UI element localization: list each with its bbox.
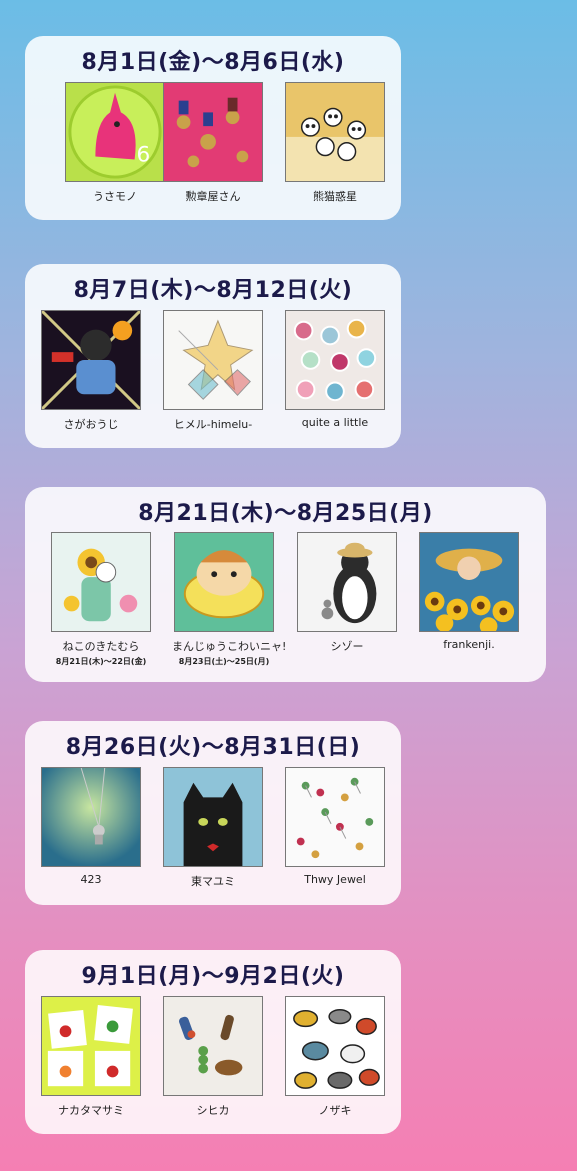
star-earrings-image — [163, 310, 263, 410]
artist-item[interactable]: frankenji. — [417, 532, 521, 651]
pendant-image — [41, 767, 141, 867]
schedule-card-1: 8月1日(金)〜8月6日(水) 6 うさモノ 勲章屋さん 熊猫惑星 — [25, 36, 401, 220]
artist-name: 熊猫惑星 — [313, 190, 357, 203]
schedule-card-4: 8月26日(火)〜8月31日(日) 423 東マユミ Thwy Jewel — [25, 721, 401, 905]
artist-name: まんじゅうこわいニャ! — [172, 640, 287, 653]
penguin-figure-image — [297, 532, 397, 632]
bug-illustration-image — [285, 996, 385, 1096]
artist-name: ノザキ — [318, 1104, 352, 1117]
schedule-card-3: 8月21日(木)〜8月25日(月) ねこのきたむら 8月21日(木)〜22日(金… — [25, 487, 546, 682]
artist-item[interactable]: シゾー — [295, 532, 399, 654]
medals-image — [163, 82, 263, 182]
artist-item[interactable]: quite a little — [283, 310, 387, 429]
artist-item[interactable]: Thwy Jewel — [283, 767, 387, 886]
artist-date-note: 8月23日(土)〜25日(月) — [178, 657, 270, 666]
embroidery-buttons-image — [285, 310, 385, 410]
pandas-image — [285, 82, 385, 182]
artist-item[interactable]: 勲章屋さん — [161, 82, 265, 204]
artist-name: シヒカ — [196, 1104, 230, 1117]
cat-illustration-image — [41, 310, 141, 410]
black-cat-image — [163, 767, 263, 867]
artist-name: うさモノ — [93, 190, 137, 203]
artist-item[interactable]: ノザキ — [283, 996, 387, 1118]
date-range-title: 8月21日(木)〜8月25日(月) — [138, 501, 433, 526]
artist-name: 423 — [80, 873, 102, 886]
artist-item[interactable]: ねこのきたむら 8月21日(木)〜22日(金) — [49, 532, 153, 667]
artist-date-note: 8月21日(木)〜22日(金) — [55, 657, 147, 666]
sunflower-girl-image — [419, 532, 519, 632]
artist-item[interactable]: 東マユミ — [161, 767, 265, 889]
artist-name: 東マユミ — [191, 875, 235, 888]
cat-sunflower-illustration-image — [51, 532, 151, 632]
artist-name: ナカタマサミ — [58, 1104, 124, 1117]
artist-item[interactable]: 6 うさモノ — [63, 82, 167, 204]
artist-name: さがおうじ — [63, 418, 119, 431]
artist-item[interactable]: ヒメル-himelu- — [161, 310, 265, 432]
date-range-title: 8月26日(火)〜8月31日(日) — [65, 735, 361, 760]
date-range-title: 8月7日(木)〜8月12日(火) — [73, 278, 353, 303]
artist-item[interactable]: 熊猫惑星 — [283, 82, 387, 204]
artist-name: frankenji. — [443, 638, 495, 651]
artist-name: シゾー — [330, 640, 364, 653]
artist-name: ヒメル-himelu- — [173, 418, 253, 431]
artist-name: Thwy Jewel — [304, 873, 366, 886]
artist-name: 勲章屋さん — [185, 190, 241, 203]
artist-name: quite a little — [301, 416, 369, 429]
artist-item[interactable]: さがおうじ — [39, 310, 143, 432]
schedule-card-2: 8月7日(木)〜8月12日(火) さがおうじ ヒメル-himelu- quite… — [25, 264, 401, 448]
artist-name: ねこのきたむら — [62, 640, 140, 653]
svg-text:6: 6 — [137, 142, 151, 167]
artist-item[interactable]: 423 — [39, 767, 143, 886]
date-range-title: 9月1日(月)〜9月2日(火) — [81, 964, 345, 989]
hamster-illustration-image — [174, 532, 274, 632]
rabbit-clock-image: 6 — [65, 82, 165, 182]
artist-item[interactable]: シヒカ — [161, 996, 265, 1118]
fruit-pins-image — [41, 996, 141, 1096]
schedule-card-5: 9月1日(月)〜9月2日(火) ナカタマサミ シヒカ ノザキ — [25, 950, 401, 1134]
artist-item[interactable]: ナカタマサミ — [39, 996, 143, 1118]
artist-item[interactable]: まんじゅうこわいニャ! 8月23日(土)〜25日(月) — [172, 532, 287, 667]
jewelry-pins-image — [285, 767, 385, 867]
food-accessories-image — [163, 996, 263, 1096]
date-range-title: 8月1日(金)〜8月6日(水) — [81, 50, 345, 75]
